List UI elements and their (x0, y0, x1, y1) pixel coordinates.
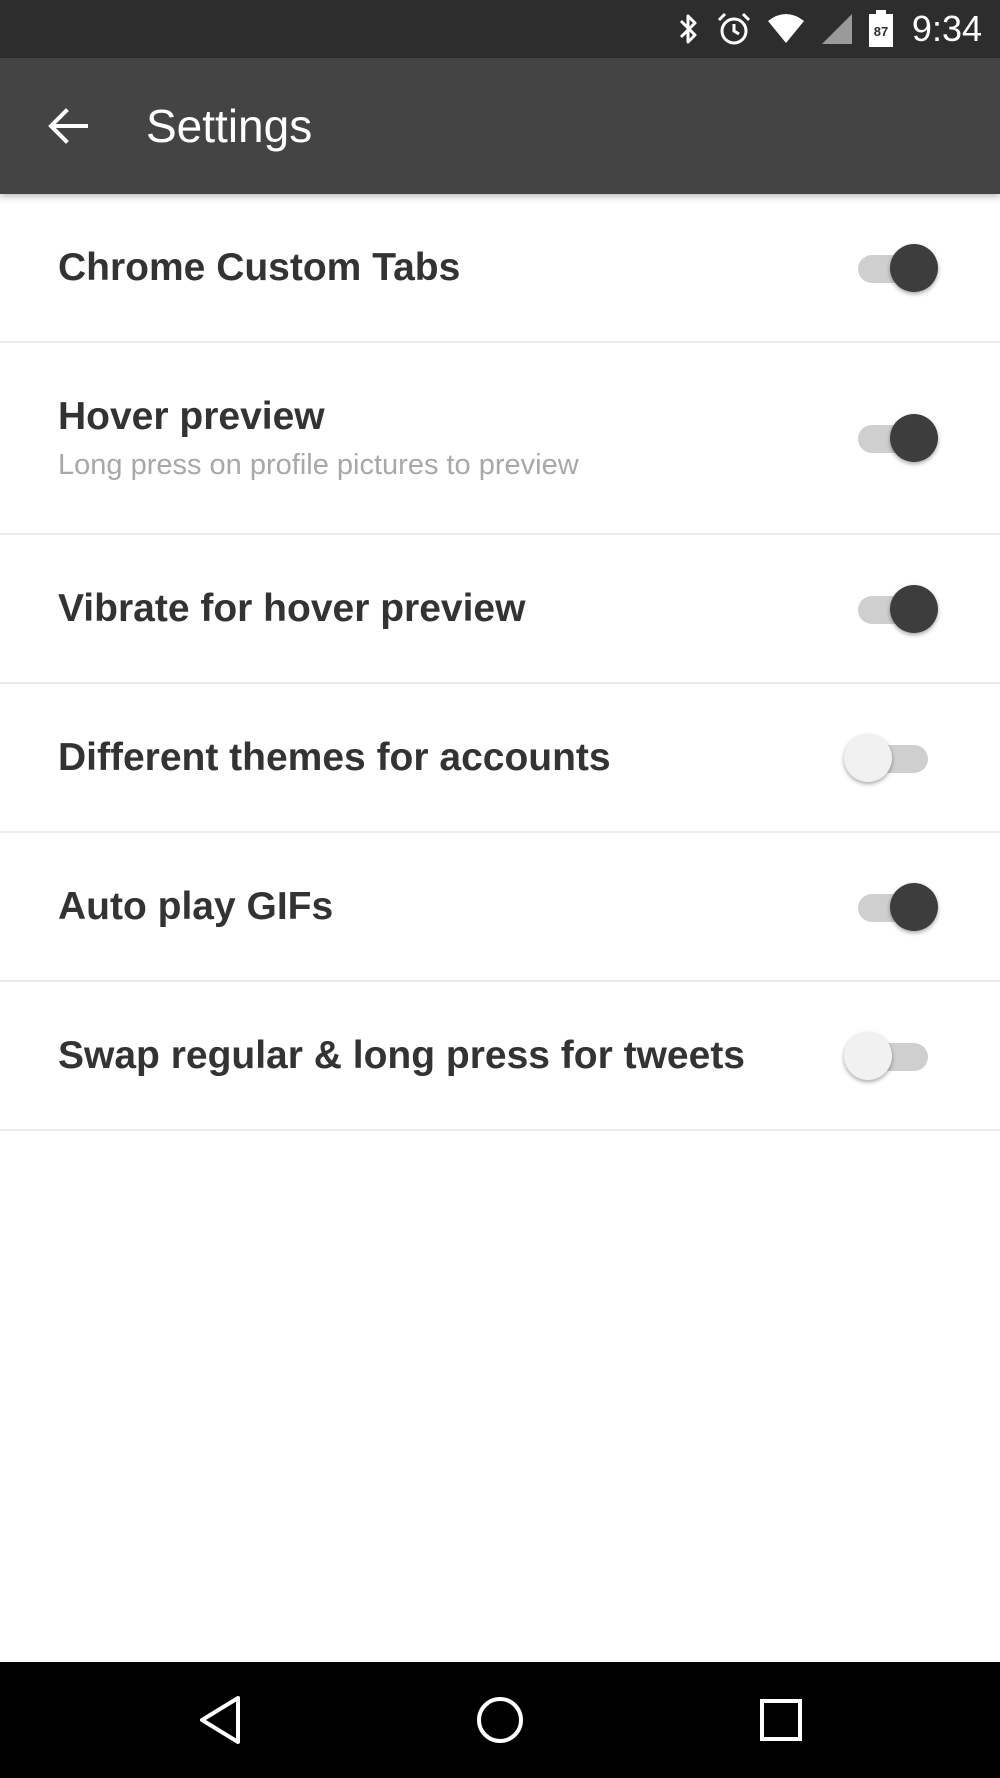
setting-subtitle: Long press on profile pictures to previe… (58, 448, 579, 481)
swap-press-toggle[interactable] (844, 1028, 940, 1084)
toggle-thumb (844, 1031, 892, 1080)
setting-auto-play-gifs[interactable]: Auto play GIFs (0, 833, 1000, 982)
auto-play-gifs-toggle[interactable] (844, 879, 940, 935)
battery-level: 87 (874, 24, 888, 39)
vibrate-hover-preview-toggle[interactable] (844, 581, 940, 637)
different-themes-toggle[interactable] (844, 730, 940, 786)
nav-back-icon (200, 1696, 240, 1744)
setting-text: Different themes for accounts (58, 684, 611, 831)
setting-title: Swap regular & long press for tweets (58, 1033, 745, 1077)
toggle-thumb (844, 733, 892, 782)
setting-different-themes[interactable]: Different themes for accounts (0, 684, 1000, 833)
setting-text: Swap regular & long press for tweets (58, 982, 745, 1129)
setting-text: Hover preview Long press on profile pict… (58, 343, 579, 533)
setting-title: Hover preview (58, 394, 325, 438)
setting-text: Chrome Custom Tabs (58, 194, 460, 341)
navigation-bar (0, 1662, 1000, 1778)
chrome-custom-tabs-toggle[interactable] (844, 240, 940, 296)
nav-home-icon (477, 1697, 523, 1743)
setting-text: Auto play GIFs (58, 833, 333, 980)
status-time: 9:34 (911, 8, 982, 49)
alarm-icon (716, 11, 752, 47)
setting-title: Vibrate for hover preview (58, 586, 526, 630)
setting-swap-press[interactable]: Swap regular & long press for tweets (0, 982, 1000, 1131)
setting-vibrate-hover-preview[interactable]: Vibrate for hover preview (0, 535, 1000, 684)
page-title: Settings (146, 100, 313, 152)
nav-recents-icon (760, 1699, 802, 1741)
toggle-thumb (890, 584, 938, 633)
setting-title: Chrome Custom Tabs (58, 245, 461, 289)
nav-home-button[interactable] (460, 1680, 540, 1760)
wifi-icon (766, 13, 806, 45)
toggle-thumb (890, 414, 938, 462)
back-button[interactable] (30, 88, 106, 164)
nav-recents-button[interactable] (741, 1680, 821, 1760)
bluetooth-icon (676, 11, 702, 47)
app-bar: Settings (0, 58, 1000, 194)
cell-signal-icon (820, 12, 854, 46)
setting-chrome-custom-tabs[interactable]: Chrome Custom Tabs (0, 194, 1000, 343)
hover-preview-toggle[interactable] (844, 410, 940, 466)
toggle-thumb (890, 243, 938, 292)
nav-back-button[interactable] (180, 1680, 260, 1760)
setting-title: Auto play GIFs (58, 884, 334, 928)
status-bar: 87 9:34 (0, 0, 1000, 58)
setting-hover-preview[interactable]: Hover preview Long press on profile pict… (0, 343, 1000, 535)
status-icons: 87 9:34 (676, 0, 982, 58)
settings-list: Chrome Custom Tabs Hover preview Long pr… (0, 194, 1000, 1131)
setting-text: Vibrate for hover preview (58, 535, 525, 682)
battery-icon: 87 (868, 10, 894, 48)
arrow-back-icon (48, 108, 88, 144)
setting-title: Different themes for accounts (58, 735, 611, 779)
toggle-thumb (890, 882, 938, 931)
